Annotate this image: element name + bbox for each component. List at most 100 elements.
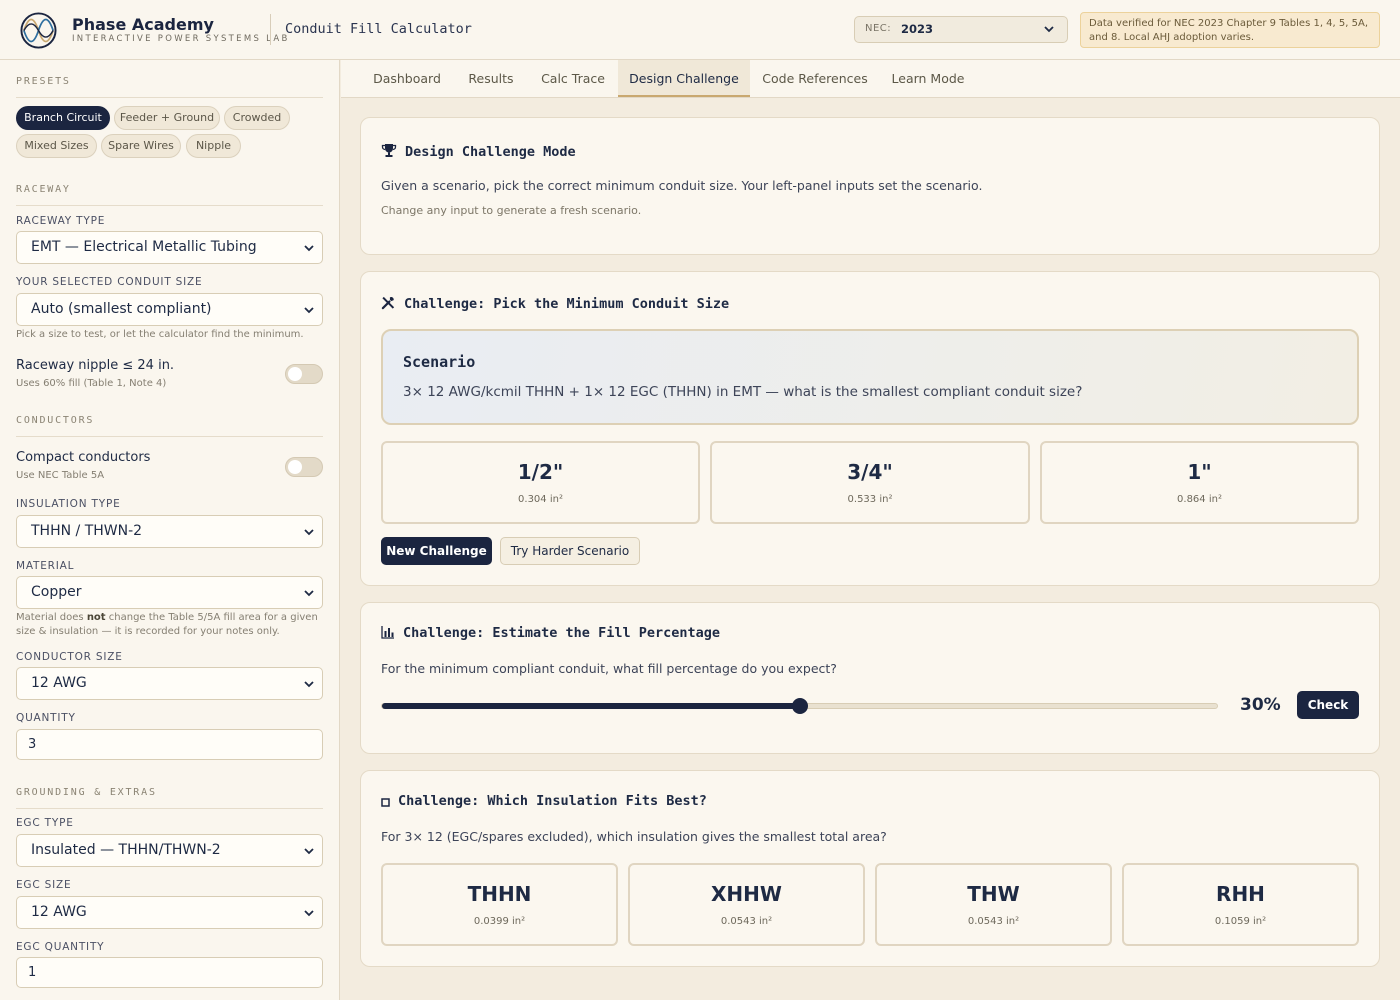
slider-thumb[interactable] <box>791 698 808 714</box>
insulation-option-name: THHN <box>467 882 532 906</box>
nipple-toggle-hint: Uses 60% fill (Table 1, Note 4) <box>16 378 167 389</box>
brand-name: Phase Academy <box>72 15 214 34</box>
compact-toggle-hint: Use NEC Table 5A <box>16 470 105 481</box>
fill-percentage-slider[interactable] <box>381 698 1218 714</box>
insulation-option-area: 0.0399 in² <box>473 916 526 927</box>
preset-chip-feeder-ground[interactable]: Feeder + Ground <box>114 106 220 130</box>
quantity-input[interactable]: 3 <box>16 729 323 760</box>
nec-edition-select[interactable]: NEC: 2023 <box>854 16 1068 43</box>
preset-chip-crowded[interactable]: Crowded <box>224 106 290 130</box>
insulation-option-rhh[interactable]: RHH 0.1059 in² <box>1122 863 1359 946</box>
sine-wave-logo-icon[interactable] <box>20 12 57 49</box>
material-label: MATERIAL <box>16 560 75 572</box>
conduit-size-challenge-card: Challenge: Pick the Minimum Conduit Size… <box>360 271 1380 586</box>
nec-value: 2023 <box>901 22 934 36</box>
material-hint: Material does not change the Table 5/5A … <box>16 612 318 637</box>
tab-code-references[interactable]: Code References <box>750 60 880 97</box>
fill-challenge-title: Challenge: Estimate the Fill Percentage <box>381 625 720 641</box>
nipple-toggle[interactable] <box>285 364 323 384</box>
material-value: Copper <box>31 584 82 600</box>
compact-toggle[interactable] <box>285 457 323 477</box>
egc-quantity-label: EGC QUANTITY <box>16 941 105 953</box>
conduit-option-area: 0.304 in² <box>518 494 563 505</box>
compact-toggle-title: Compact conductors <box>16 450 151 465</box>
preset-chip-nipple[interactable]: Nipple <box>186 134 241 158</box>
preset-chip-spare-wires[interactable]: Spare Wires <box>101 134 181 158</box>
preset-chip-branch-circuit[interactable]: Branch Circuit <box>16 106 110 130</box>
tab-calc-trace[interactable]: Calc Trace <box>528 60 618 97</box>
nipple-toggle-title: Raceway nipple ≤ 24 in. <box>16 358 175 373</box>
conduit-size-select[interactable]: Auto (smallest compliant) <box>16 293 323 326</box>
conductor-size-select[interactable]: 12 AWG <box>16 667 323 700</box>
egc-type-value: Insulated — THHN/THWN-2 <box>31 842 221 858</box>
insulation-label: INSULATION TYPE <box>16 498 121 510</box>
mode-card-subtext: Change any input to generate a fresh sce… <box>381 204 642 217</box>
app-header: Phase Academy INTERACTIVE POWER SYSTEMS … <box>0 0 1400 60</box>
slider-value-readout: 30% <box>1240 695 1281 715</box>
egc-size-select[interactable]: 12 AWG <box>16 896 323 929</box>
quantity-label: QUANTITY <box>16 712 76 724</box>
tab-dashboard[interactable]: Dashboard <box>360 60 454 97</box>
insulation-option-thhn[interactable]: THHN 0.0399 in² <box>381 863 618 946</box>
insulation-option-area: 0.0543 in² <box>967 916 1020 927</box>
design-challenge-mode-card: Design Challenge Mode Given a scenario, … <box>360 117 1380 255</box>
insulation-option-thw[interactable]: THW 0.0543 in² <box>875 863 1112 946</box>
header-divider <box>270 14 271 45</box>
data-verification-notice: Data verified for NEC 2023 Chapter 9 Tab… <box>1080 12 1380 48</box>
conduit-size-hint: Pick a size to test, or let the calculat… <box>16 329 304 340</box>
app-title: Conduit Fill Calculator <box>285 21 472 37</box>
chevron-down-icon <box>304 910 314 917</box>
conduit-option-half-inch[interactable]: 1/2" 0.304 in² <box>381 441 700 524</box>
bar-chart-icon <box>381 626 394 639</box>
slider-fill <box>382 703 800 709</box>
tab-design-challenge[interactable]: Design Challenge <box>618 60 750 97</box>
mode-card-description: Given a scenario, pick the correct minim… <box>381 178 983 193</box>
chevron-down-icon <box>304 681 314 688</box>
insulation-challenge-card: Challenge: Which Insulation Fits Best? F… <box>360 770 1380 967</box>
check-button[interactable]: Check <box>1297 691 1359 719</box>
material-select[interactable]: Copper <box>16 576 323 609</box>
raceway-type-value: EMT — Electrical Metallic Tubing <box>31 239 257 255</box>
conductor-size-value: 12 AWG <box>31 675 87 691</box>
insulation-option-xhhw[interactable]: XHHW 0.0543 in² <box>628 863 865 946</box>
conduit-option-size: 1" <box>1187 460 1212 484</box>
tab-learn-mode[interactable]: Learn Mode <box>880 60 976 97</box>
egc-type-label: EGC TYPE <box>16 817 74 829</box>
scenario-text: 3× 12 AWG/kcmil THHN + 1× 12 EGC (THHN) … <box>403 384 1083 400</box>
raceway-type-select[interactable]: EMT — Electrical Metallic Tubing <box>16 231 323 264</box>
insulation-challenge-title: Challenge: Which Insulation Fits Best? <box>381 793 707 809</box>
scenario-box: Scenario 3× 12 AWG/kcmil THHN + 1× 12 EG… <box>381 329 1359 425</box>
tab-results[interactable]: Results <box>454 60 528 97</box>
new-challenge-button[interactable]: New Challenge <box>381 537 492 565</box>
insulation-option-name: XHHW <box>711 882 782 906</box>
conduit-size-value: Auto (smallest compliant) <box>31 301 212 317</box>
fill-percentage-challenge-card: Challenge: Estimate the Fill Percentage … <box>360 602 1380 754</box>
conductor-size-label: CONDUCTOR SIZE <box>16 651 123 663</box>
egc-quantity-input[interactable]: 1 <box>16 957 323 988</box>
chevron-down-icon <box>304 245 314 252</box>
conduit-option-three-quarter-inch[interactable]: 3/4" 0.533 in² <box>710 441 1030 524</box>
chevron-down-icon <box>1044 26 1054 33</box>
egc-type-select[interactable]: Insulated — THHN/THWN-2 <box>16 834 323 867</box>
conduit-option-size: 1/2" <box>517 460 564 484</box>
tab-bar: Dashboard Results Calc Trace Design Chal… <box>341 60 1400 98</box>
presets-heading: PRESETS <box>16 76 323 98</box>
raceway-heading: RACEWAY <box>16 184 323 206</box>
chevron-down-icon <box>304 307 314 314</box>
raceway-type-label: RACEWAY TYPE <box>16 215 106 227</box>
preset-chip-mixed-sizes[interactable]: Mixed Sizes <box>16 134 97 158</box>
conductors-heading: CONDUCTORS <box>16 415 323 437</box>
conduit-option-area: 0.864 in² <box>1177 494 1222 505</box>
conduit-option-one-inch[interactable]: 1" 0.864 in² <box>1040 441 1359 524</box>
insulation-select[interactable]: THHN / THWN-2 <box>16 515 323 548</box>
egc-size-value: 12 AWG <box>31 904 87 920</box>
conduit-option-area: 0.533 in² <box>847 494 893 505</box>
conduit-challenge-title: Challenge: Pick the Minimum Conduit Size <box>381 295 729 312</box>
tools-icon <box>381 296 395 310</box>
brand-subtitle: INTERACTIVE POWER SYSTEMS LAB <box>72 34 290 44</box>
try-harder-scenario-button[interactable]: Try Harder Scenario <box>500 537 640 565</box>
nec-label: NEC: <box>865 23 892 34</box>
chevron-down-icon <box>304 590 314 597</box>
chevron-down-icon <box>304 529 314 536</box>
trophy-icon <box>381 144 397 157</box>
